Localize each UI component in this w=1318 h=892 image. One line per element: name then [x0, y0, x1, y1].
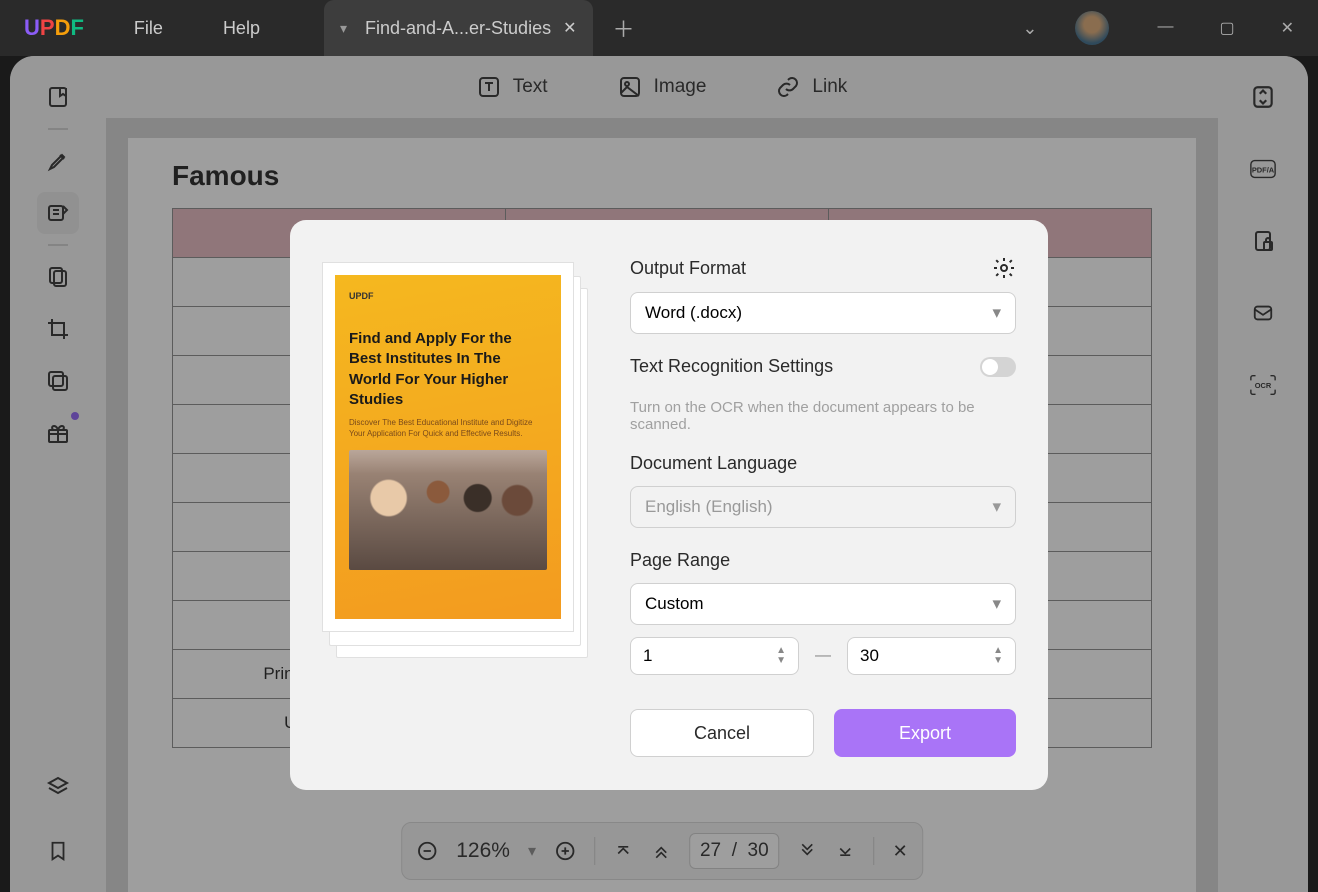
new-tab-button[interactable]: ＋ [613, 12, 635, 44]
ocr-helper-text: Turn on the OCR when the document appear… [630, 399, 1016, 433]
tab-close-icon[interactable]: ✕ [563, 18, 576, 38]
chevron-down-icon: ▾ [992, 303, 1001, 323]
menu-help[interactable]: Help [223, 18, 260, 39]
close-icon[interactable]: ✕ [1281, 18, 1294, 38]
chevron-down-icon: ▾ [992, 497, 1001, 517]
menu-file[interactable]: File [134, 18, 163, 39]
ocr-label: Text Recognition Settings [630, 356, 833, 377]
output-format-label: Output Format [630, 258, 746, 279]
settings-icon[interactable] [992, 256, 1016, 280]
account-dropdown-icon[interactable]: ⌄ [1022, 18, 1037, 39]
preview-title: Find and Apply For the Best Institutes I… [349, 329, 547, 410]
page-range-select[interactable]: Custom ▾ [630, 583, 1016, 625]
preview-image [349, 450, 547, 570]
maximize-icon[interactable]: ▢ [1219, 18, 1234, 38]
range-to-input[interactable]: 30 ▲▼ [847, 637, 1016, 675]
cancel-button[interactable]: Cancel [630, 709, 814, 757]
chevron-down-icon: ▾ [992, 594, 1001, 614]
page-range-label: Page Range [630, 550, 730, 571]
export-dialog: UPDF Find and Apply For the Best Institu… [290, 220, 1048, 790]
tab-dropdown-icon[interactable]: ▾ [340, 20, 347, 37]
tab-label: Find-and-A...er-Studies [365, 18, 551, 39]
preview-subtitle: Discover The Best Educational Institute … [349, 418, 547, 440]
avatar[interactable] [1075, 11, 1109, 45]
output-format-select[interactable]: Word (.docx) ▾ [630, 292, 1016, 334]
step-down-icon[interactable]: ▼ [993, 656, 1003, 666]
preview-thumbnail: UPDF Find and Apply For the Best Institu… [322, 262, 590, 637]
range-dash: — [815, 647, 831, 665]
app-logo: UPDF [24, 15, 84, 41]
ocr-toggle[interactable] [980, 357, 1016, 377]
range-from-input[interactable]: 1 ▲▼ [630, 637, 799, 675]
document-tab[interactable]: ▾ Find-and-A...er-Studies ✕ [324, 0, 593, 56]
language-select[interactable]: English (English) ▾ [630, 486, 1016, 528]
language-label: Document Language [630, 453, 797, 474]
preview-logo: UPDF [349, 291, 547, 301]
app-body: Text Image Link Famous In [10, 56, 1308, 892]
export-button[interactable]: Export [834, 709, 1016, 757]
minimize-icon[interactable]: — [1157, 18, 1173, 38]
titlebar: UPDF File Help ▾ Find-and-A...er-Studies… [0, 0, 1318, 56]
step-down-icon[interactable]: ▼ [776, 656, 786, 666]
